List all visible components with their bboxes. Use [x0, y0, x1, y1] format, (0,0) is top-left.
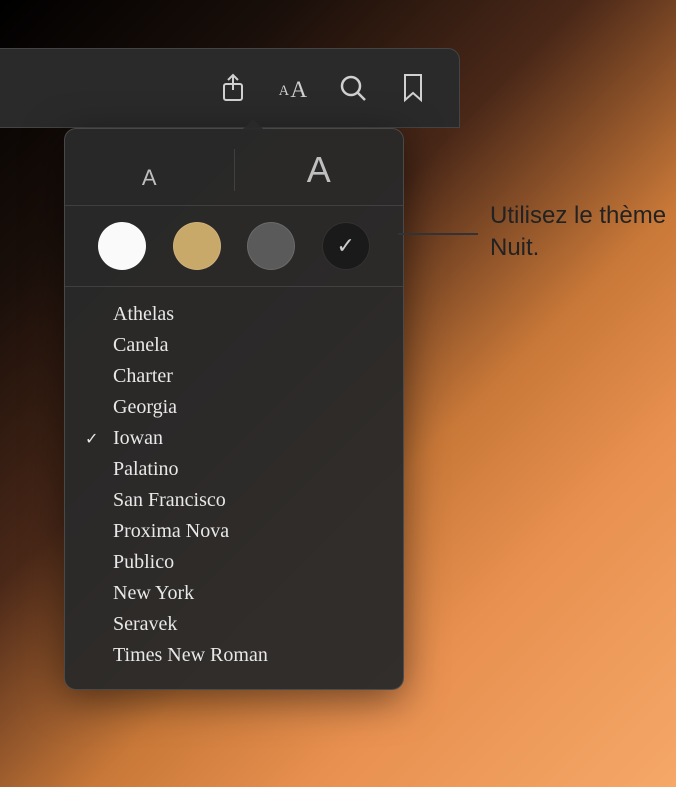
decrease-font-button[interactable]: A	[65, 149, 235, 191]
theme-night[interactable]: ✓	[322, 222, 370, 270]
font-label: New York	[113, 582, 194, 605]
font-item-athelas[interactable]: Athelas	[65, 299, 403, 330]
theme-gray[interactable]	[247, 222, 295, 270]
font-label: Publico	[113, 551, 174, 574]
svg-text:A: A	[290, 76, 307, 102]
font-item-new-york[interactable]: New York	[65, 578, 403, 609]
check-icon: ✓	[337, 233, 355, 259]
bookmark-icon[interactable]	[397, 72, 429, 104]
font-item-proxima-nova[interactable]: Proxima Nova	[65, 516, 403, 547]
font-label: Iowan	[113, 427, 163, 450]
popover-caret	[241, 119, 265, 131]
theme-row: ✓	[65, 206, 403, 287]
search-icon[interactable]	[337, 72, 369, 104]
theme-sepia[interactable]	[173, 222, 221, 270]
callout-text: Utilisez le thème Nuit.	[490, 200, 670, 265]
font-label: Palatino	[113, 458, 179, 481]
font-label: Times New Roman	[113, 644, 268, 667]
font-item-georgia[interactable]: Georgia	[65, 392, 403, 423]
font-list: Athelas Canela Charter Georgia ✓ Iowan P…	[65, 287, 403, 671]
font-item-times-new-roman[interactable]: Times New Roman	[65, 640, 403, 671]
font-item-canela[interactable]: Canela	[65, 330, 403, 361]
svg-text:A: A	[279, 83, 290, 99]
callout-line	[398, 233, 478, 235]
theme-white[interactable]	[98, 222, 146, 270]
toolbar: A A	[0, 49, 459, 109]
font-label: Canela	[113, 334, 169, 357]
font-label: Seravek	[113, 613, 177, 636]
font-item-charter[interactable]: Charter	[65, 361, 403, 392]
font-size-row: A A	[65, 143, 403, 206]
check-icon: ✓	[85, 429, 113, 449]
font-label: San Francisco	[113, 489, 226, 512]
font-item-palatino[interactable]: Palatino	[65, 454, 403, 485]
font-item-publico[interactable]: Publico	[65, 547, 403, 578]
font-item-iowan[interactable]: ✓ Iowan	[65, 423, 403, 454]
font-item-seravek[interactable]: Seravek	[65, 609, 403, 640]
font-label: Proxima Nova	[113, 520, 229, 543]
font-label: Charter	[113, 365, 173, 388]
size-small-label: A	[142, 165, 157, 191]
font-label: Athelas	[113, 303, 174, 326]
font-item-san-francisco[interactable]: San Francisco	[65, 485, 403, 516]
share-icon[interactable]	[217, 72, 249, 104]
size-large-label: A	[307, 149, 331, 191]
appearance-icon[interactable]: A A	[277, 72, 309, 104]
font-label: Georgia	[113, 396, 177, 419]
appearance-popover: A A ✓ Athelas Canela Charter Georgia	[64, 128, 404, 690]
app-window: A A	[0, 48, 460, 128]
increase-font-button[interactable]: A	[235, 149, 404, 191]
